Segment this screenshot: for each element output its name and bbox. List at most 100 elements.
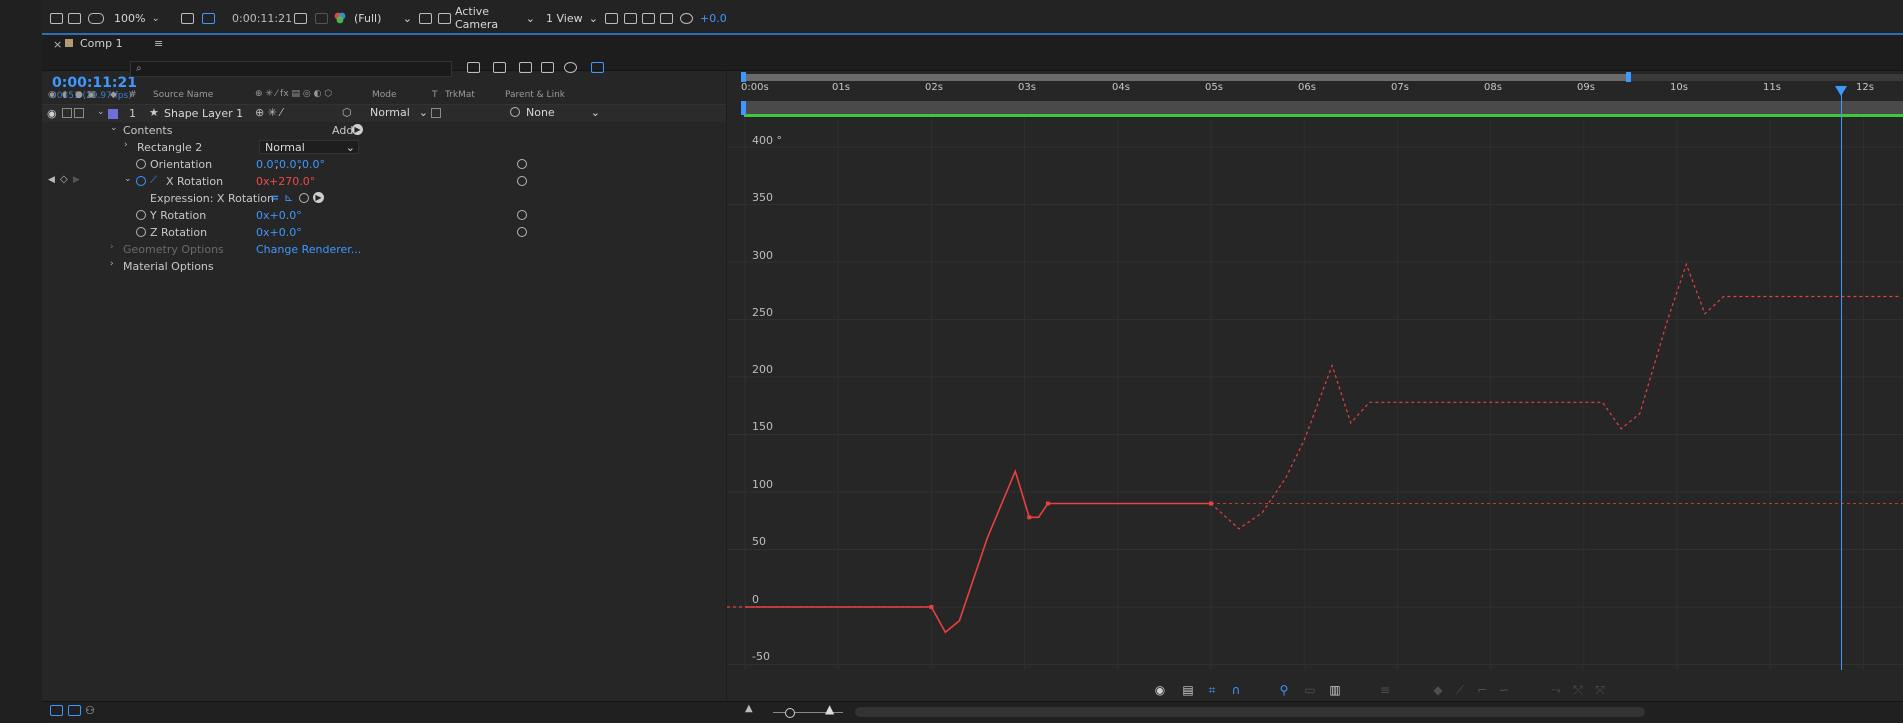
exposure-value[interactable]: +0.0 — [700, 10, 727, 26]
draft-3d-icon[interactable] — [493, 62, 506, 76]
comp-tab-label[interactable]: Comp 1 — [80, 37, 123, 50]
camera-view-dropdown[interactable]: Active Camera ⌄ — [455, 5, 535, 31]
layer-search-field[interactable]: ⌕ — [130, 61, 452, 77]
show-properties-eye-icon[interactable]: ◉ — [1152, 683, 1168, 697]
next-keyframe-icon[interactable]: ▶ — [73, 175, 80, 185]
x-rotation-stopwatch-icon[interactable] — [136, 176, 146, 189]
frame-blending-icon[interactable] — [541, 62, 554, 76]
resolution-dropdown[interactable]: (Full) ⌄ — [354, 10, 412, 26]
layer-twirl-icon[interactable]: ⌄ — [97, 107, 105, 117]
region-of-interest-icon[interactable] — [419, 10, 432, 26]
expression-row[interactable]: Expression: X Rotation = ⊾ ▶ — [42, 190, 726, 207]
x-rotation-revolutions[interactable]: 0x — [256, 175, 270, 188]
motion-blur-icon[interactable] — [564, 62, 577, 76]
color-channel-icon[interactable] — [333, 10, 347, 26]
navigator-end-handle[interactable] — [1626, 72, 1631, 82]
add-menu-icon[interactable]: ▶ — [352, 124, 363, 135]
zoom-out-mountain-icon[interactable]: ▲ — [745, 703, 753, 714]
always-preview-icon[interactable] — [50, 10, 63, 26]
easy-ease-both-icon[interactable]: ⤧ — [1592, 683, 1608, 697]
z-rotation-pickwhip-icon[interactable] — [517, 227, 527, 240]
easy-ease-in-icon[interactable]: ⤳ — [1548, 683, 1564, 697]
mask-path-icon[interactable] — [202, 10, 215, 26]
fast-previews-icon[interactable] — [624, 10, 637, 26]
layer-switches-toggle-icon[interactable] — [50, 705, 63, 719]
collapse-transform-icon[interactable]: ⊕ ✳ ⁄ — [255, 106, 282, 119]
layer-number-header[interactable]: # — [129, 90, 137, 100]
camera-icon[interactable] — [294, 10, 307, 26]
flowchart-icon[interactable] — [660, 10, 673, 26]
z-rotation-row[interactable]: Z Rotation 0x+0.0° — [42, 224, 726, 241]
zoom-dropdown[interactable]: 100% — [114, 10, 160, 26]
hold-keyframe-icon[interactable]: ◆ — [1430, 683, 1446, 697]
contents-row[interactable]: ⌄ Contents Add: ▶ — [42, 122, 726, 139]
layer-label-color[interactable] — [108, 109, 118, 119]
value-graph[interactable] — [727, 118, 1903, 670]
3d-layer-cube-icon[interactable]: ⬡ — [342, 106, 352, 119]
edit-keyframe-icon[interactable]: ≡ — [1377, 683, 1393, 697]
comp-flowchart-icon[interactable] — [467, 62, 480, 76]
layer-mode-dropdown[interactable]: Normal ⌄ — [370, 106, 428, 119]
z-rotation-stopwatch-icon[interactable] — [136, 227, 146, 240]
contents-twirl-icon[interactable]: ⌄ — [110, 123, 118, 133]
playhead-handle-icon[interactable] — [1835, 86, 1847, 96]
time-zoom-slider-knob[interactable] — [785, 708, 795, 718]
rectangle-blend-mode-dropdown[interactable]: Normal ⌄ — [259, 140, 359, 154]
y-rotation-stopwatch-icon[interactable] — [136, 210, 146, 223]
z-rotation-value[interactable]: 0x+0.0° — [256, 226, 302, 239]
playhead-line[interactable] — [1841, 88, 1842, 670]
easy-ease-icon[interactable]: ∽ — [1496, 683, 1512, 697]
y-rotation-pickwhip-icon[interactable] — [517, 210, 527, 223]
source-name-header[interactable]: Source Name — [153, 90, 213, 100]
expression-pickwhip-icon[interactable] — [299, 193, 309, 206]
y-rotation-value[interactable]: 0x+0.0° — [256, 209, 302, 222]
layer-name[interactable]: Shape Layer 1 — [164, 107, 243, 120]
fit-all-graphs-icon[interactable]: ▭ — [1302, 683, 1318, 697]
visibility-eye-icon[interactable]: ◉ — [47, 107, 57, 120]
y-rotation-row[interactable]: Y Rotation 0x+0.0° — [42, 207, 726, 224]
snap-magnet-icon[interactable]: ∩ — [1228, 683, 1244, 697]
geometry-options-row[interactable]: › Geometry Options Change Renderer... — [42, 241, 726, 258]
prev-keyframe-icon[interactable]: ◀ — [48, 175, 55, 185]
rectangle-name[interactable]: Rectangle 2 — [137, 141, 202, 154]
vr-goggles-icon[interactable] — [88, 10, 104, 26]
x-rotation-degrees[interactable]: +270.0° — [269, 175, 315, 188]
view-layout-dropdown[interactable]: 1 View ⌄ — [546, 10, 598, 26]
auto-bezier-icon[interactable]: ⌐ — [1474, 683, 1490, 697]
viewer-timecode[interactable]: 0:00:11:21 — [232, 10, 292, 26]
easy-ease-out-icon[interactable]: ⤲ — [1570, 683, 1586, 697]
zoom-in-mountain-icon[interactable]: ▲ — [825, 702, 834, 716]
add-keyframe-icon[interactable]: ◇ — [60, 174, 68, 185]
graph-type-options-icon[interactable]: ▤ — [1180, 683, 1196, 697]
x-rotation-pickwhip-icon[interactable] — [517, 176, 527, 189]
panel-menu-icon[interactable]: ≡ — [154, 37, 163, 50]
x-rotation-row[interactable]: ◀ ◇ ▶ ⌄ ⟋ X Rotation 0x +270.0° — [42, 173, 726, 190]
horizontal-scrollbar[interactable] — [855, 707, 1645, 717]
transform-box-icon[interactable]: ⌗ — [1204, 683, 1220, 697]
orientation-z-value[interactable]: 0.0° — [302, 158, 325, 171]
geometry-twirl-icon[interactable]: › — [110, 242, 114, 252]
orientation-row[interactable]: Orientation 0.0° , 0.0° , 0.0° — [42, 156, 726, 173]
layer-duration-bar[interactable] — [744, 101, 1903, 115]
navigator-start-handle[interactable] — [741, 72, 746, 82]
parent-link-header[interactable]: Parent & Link — [505, 90, 565, 100]
graph-editor-icon[interactable] — [591, 62, 604, 76]
reset-exposure-icon[interactable] — [680, 10, 693, 26]
expression-graph-icon[interactable]: ⊾ — [284, 191, 293, 204]
expression-language-menu-icon[interactable]: ▶ — [313, 192, 324, 203]
grid-icon[interactable] — [181, 10, 194, 26]
transfer-controls-toggle-icon[interactable] — [68, 705, 81, 719]
search-input[interactable] — [149, 62, 439, 76]
solo-switch[interactable] — [74, 108, 87, 121]
rectangle-twirl-icon[interactable]: › — [124, 140, 128, 150]
mode-header[interactable]: Mode — [372, 90, 397, 100]
close-tab-icon[interactable]: × — [53, 38, 62, 51]
rectangle-group-row[interactable]: › Rectangle 2 Normal ⌄ — [42, 139, 726, 156]
orientation-stopwatch-icon[interactable] — [136, 159, 146, 172]
graph-toggle-icon[interactable]: ⟋ — [150, 175, 157, 186]
transparency-grid-icon[interactable] — [438, 10, 451, 26]
monitor-icon[interactable] — [68, 10, 81, 26]
trkmat-header[interactable]: TrkMat — [445, 90, 475, 100]
linear-keyframe-icon[interactable]: ⟋ — [1452, 683, 1468, 697]
layer-row[interactable]: ◉ ⌄ 1 ★ Shape Layer 1 ⊕ ✳ ⁄ ⬡ Normal ⌄ No… — [42, 105, 726, 122]
